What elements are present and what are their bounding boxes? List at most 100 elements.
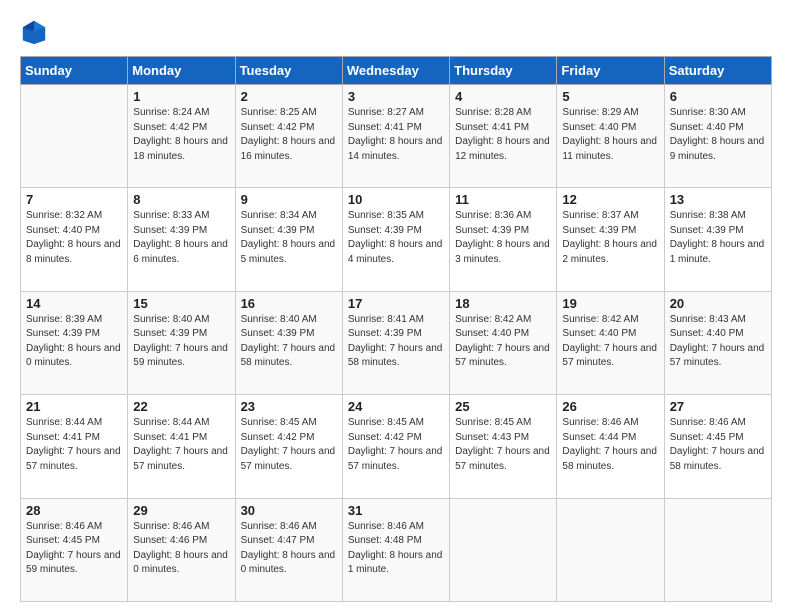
- cell-sun-info: Sunrise: 8:45 AM Sunset: 4:42 PM Dayligh…: [348, 416, 444, 474]
- cell-date-number: 13: [670, 192, 766, 207]
- cell-sun-info: Sunrise: 8:42 AM Sunset: 4:40 PM Dayligh…: [562, 313, 658, 371]
- cell-sun-info: Sunrise: 8:40 AM Sunset: 4:39 PM Dayligh…: [133, 313, 229, 371]
- calendar-cell: 16Sunrise: 8:40 AM Sunset: 4:39 PM Dayli…: [235, 291, 342, 394]
- cell-sun-info: Sunrise: 8:45 AM Sunset: 4:43 PM Dayligh…: [455, 416, 551, 474]
- weekday-header-tuesday: Tuesday: [235, 57, 342, 85]
- calendar-cell: 17 Sunrise: 8:41 AM Sunset: 4:39 PM Dayli…: [342, 291, 449, 394]
- cell-sun-info: Sunrise: 8:38 AM Sunset: 4:39 PM Dayligh…: [670, 209, 766, 267]
- cell-date-number: 26: [562, 399, 658, 414]
- cell-date-number: 10: [348, 192, 444, 207]
- calendar-cell: 22Sunrise: 8:44 AM Sunset: 4:41 PM Dayli…: [128, 395, 235, 498]
- calendar-cell: 2Sunrise: 8:25 AM Sunset: 4:42 PM Daylig…: [235, 85, 342, 188]
- cell-sun-info: Sunrise: 8:43 AM Sunset: 4:40 PM Dayligh…: [670, 313, 766, 371]
- calendar-cell: 24 Sunrise: 8:45 AM Sunset: 4:42 PM Dayli…: [342, 395, 449, 498]
- cell-date-number: 15: [133, 296, 229, 311]
- cell-date-number: 8: [133, 192, 229, 207]
- cell-sun-info: Sunrise: 8:46 AM Sunset: 4:45 PM Dayligh…: [26, 520, 122, 578]
- weekday-header-friday: Friday: [557, 57, 664, 85]
- calendar-cell: 20 Sunrise: 8:43 AM Sunset: 4:40 PM Dayli…: [664, 291, 771, 394]
- cell-date-number: 7: [26, 192, 122, 207]
- cell-date-number: 16: [241, 296, 337, 311]
- cell-date-number: 9: [241, 192, 337, 207]
- cell-sun-info: Sunrise: 8:32 AM Sunset: 4:40 PM Dayligh…: [26, 209, 122, 267]
- weekday-header-row: SundayMondayTuesdayWednesdayThursdayFrid…: [21, 57, 772, 85]
- logo-icon: [20, 18, 48, 46]
- calendar-week-row: 14Sunrise: 8:39 AM Sunset: 4:39 PM Dayli…: [21, 291, 772, 394]
- cell-date-number: 27: [670, 399, 766, 414]
- calendar-cell: [21, 85, 128, 188]
- cell-sun-info: Sunrise: 8:35 AM Sunset: 4:39 PM Dayligh…: [348, 209, 444, 267]
- cell-sun-info: Sunrise: 8:46 AM Sunset: 4:44 PM Dayligh…: [562, 416, 658, 474]
- calendar-cell: 7 Sunrise: 8:32 AM Sunset: 4:40 PM Daylig…: [21, 188, 128, 291]
- calendar-cell: 29 Sunrise: 8:46 AM Sunset: 4:46 PM Dayli…: [128, 498, 235, 601]
- calendar-cell: 12 Sunrise: 8:37 AM Sunset: 4:39 PM Dayli…: [557, 188, 664, 291]
- calendar-week-row: 1 Sunrise: 8:24 AM Sunset: 4:42 PM Daylig…: [21, 85, 772, 188]
- cell-sun-info: Sunrise: 8:33 AM Sunset: 4:39 PM Dayligh…: [133, 209, 229, 267]
- cell-sun-info: Sunrise: 8:37 AM Sunset: 4:39 PM Dayligh…: [562, 209, 658, 267]
- calendar-cell: 15 Sunrise: 8:40 AM Sunset: 4:39 PM Dayli…: [128, 291, 235, 394]
- calendar-cell: 28 Sunrise: 8:46 AM Sunset: 4:45 PM Dayli…: [21, 498, 128, 601]
- calendar-cell: 9Sunrise: 8:34 AM Sunset: 4:39 PM Daylig…: [235, 188, 342, 291]
- cell-sun-info: Sunrise: 8:39 AM Sunset: 4:39 PM Dayligh…: [26, 313, 122, 371]
- calendar-cell: 30 Sunrise: 8:46 AM Sunset: 4:47 PM Dayli…: [235, 498, 342, 601]
- calendar-cell: 8 Sunrise: 8:33 AM Sunset: 4:39 PM Daylig…: [128, 188, 235, 291]
- calendar-cell: 26 Sunrise: 8:46 AM Sunset: 4:44 PM Dayli…: [557, 395, 664, 498]
- calendar-cell: 5 Sunrise: 8:29 AM Sunset: 4:40 PM Daylig…: [557, 85, 664, 188]
- cell-date-number: 11: [455, 192, 551, 207]
- cell-sun-info: Sunrise: 8:30 AM Sunset: 4:40 PM Dayligh…: [670, 106, 766, 164]
- calendar-cell: 4Sunrise: 8:28 AM Sunset: 4:41 PM Daylig…: [450, 85, 557, 188]
- calendar-week-row: 28 Sunrise: 8:46 AM Sunset: 4:45 PM Dayli…: [21, 498, 772, 601]
- weekday-header-wednesday: Wednesday: [342, 57, 449, 85]
- cell-date-number: 12: [562, 192, 658, 207]
- cell-sun-info: Sunrise: 8:44 AM Sunset: 4:41 PM Dayligh…: [26, 416, 122, 474]
- calendar-cell: 1 Sunrise: 8:24 AM Sunset: 4:42 PM Daylig…: [128, 85, 235, 188]
- calendar-cell: [664, 498, 771, 601]
- calendar-cell: 19 Sunrise: 8:42 AM Sunset: 4:40 PM Dayli…: [557, 291, 664, 394]
- cell-sun-info: Sunrise: 8:46 AM Sunset: 4:46 PM Dayligh…: [133, 520, 229, 578]
- cell-sun-info: Sunrise: 8:29 AM Sunset: 4:40 PM Dayligh…: [562, 106, 658, 164]
- cell-date-number: 30: [241, 503, 337, 518]
- calendar-cell: [450, 498, 557, 601]
- calendar-cell: 3 Sunrise: 8:27 AM Sunset: 4:41 PM Daylig…: [342, 85, 449, 188]
- calendar-week-row: 7 Sunrise: 8:32 AM Sunset: 4:40 PM Daylig…: [21, 188, 772, 291]
- cell-sun-info: Sunrise: 8:41 AM Sunset: 4:39 PM Dayligh…: [348, 313, 444, 371]
- cell-sun-info: Sunrise: 8:25 AM Sunset: 4:42 PM Dayligh…: [241, 106, 337, 164]
- calendar-cell: 31 Sunrise: 8:46 AM Sunset: 4:48 PM Dayli…: [342, 498, 449, 601]
- calendar-cell: 14Sunrise: 8:39 AM Sunset: 4:39 PM Dayli…: [21, 291, 128, 394]
- calendar-cell: 13 Sunrise: 8:38 AM Sunset: 4:39 PM Dayli…: [664, 188, 771, 291]
- weekday-header-sunday: Sunday: [21, 57, 128, 85]
- cell-date-number: 19: [562, 296, 658, 311]
- cell-date-number: 25: [455, 399, 551, 414]
- cell-sun-info: Sunrise: 8:36 AM Sunset: 4:39 PM Dayligh…: [455, 209, 551, 267]
- cell-date-number: 21: [26, 399, 122, 414]
- cell-sun-info: Sunrise: 8:46 AM Sunset: 4:48 PM Dayligh…: [348, 520, 444, 578]
- cell-sun-info: Sunrise: 8:27 AM Sunset: 4:41 PM Dayligh…: [348, 106, 444, 164]
- logo: [20, 18, 54, 46]
- cell-sun-info: Sunrise: 8:42 AM Sunset: 4:40 PM Dayligh…: [455, 313, 551, 371]
- cell-date-number: 29: [133, 503, 229, 518]
- calendar-week-row: 21 Sunrise: 8:44 AM Sunset: 4:41 PM Dayli…: [21, 395, 772, 498]
- cell-sun-info: Sunrise: 8:45 AM Sunset: 4:42 PM Dayligh…: [241, 416, 337, 474]
- cell-date-number: 28: [26, 503, 122, 518]
- cell-date-number: 24: [348, 399, 444, 414]
- calendar-cell: 18 Sunrise: 8:42 AM Sunset: 4:40 PM Dayli…: [450, 291, 557, 394]
- cell-date-number: 31: [348, 503, 444, 518]
- calendar-cell: 11 Sunrise: 8:36 AM Sunset: 4:39 PM Dayli…: [450, 188, 557, 291]
- cell-date-number: 17: [348, 296, 444, 311]
- calendar-cell: 23 Sunrise: 8:45 AM Sunset: 4:42 PM Dayli…: [235, 395, 342, 498]
- cell-date-number: 6: [670, 89, 766, 104]
- cell-date-number: 20: [670, 296, 766, 311]
- cell-sun-info: Sunrise: 8:46 AM Sunset: 4:47 PM Dayligh…: [241, 520, 337, 578]
- cell-date-number: 3: [348, 89, 444, 104]
- cell-date-number: 23: [241, 399, 337, 414]
- cell-date-number: 1: [133, 89, 229, 104]
- calendar-cell: 21 Sunrise: 8:44 AM Sunset: 4:41 PM Dayli…: [21, 395, 128, 498]
- cell-sun-info: Sunrise: 8:28 AM Sunset: 4:41 PM Dayligh…: [455, 106, 551, 164]
- cell-date-number: 18: [455, 296, 551, 311]
- header: [20, 18, 772, 46]
- cell-date-number: 5: [562, 89, 658, 104]
- page: SundayMondayTuesdayWednesdayThursdayFrid…: [0, 0, 792, 612]
- calendar-cell: [557, 498, 664, 601]
- cell-sun-info: Sunrise: 8:46 AM Sunset: 4:45 PM Dayligh…: [670, 416, 766, 474]
- cell-sun-info: Sunrise: 8:24 AM Sunset: 4:42 PM Dayligh…: [133, 106, 229, 164]
